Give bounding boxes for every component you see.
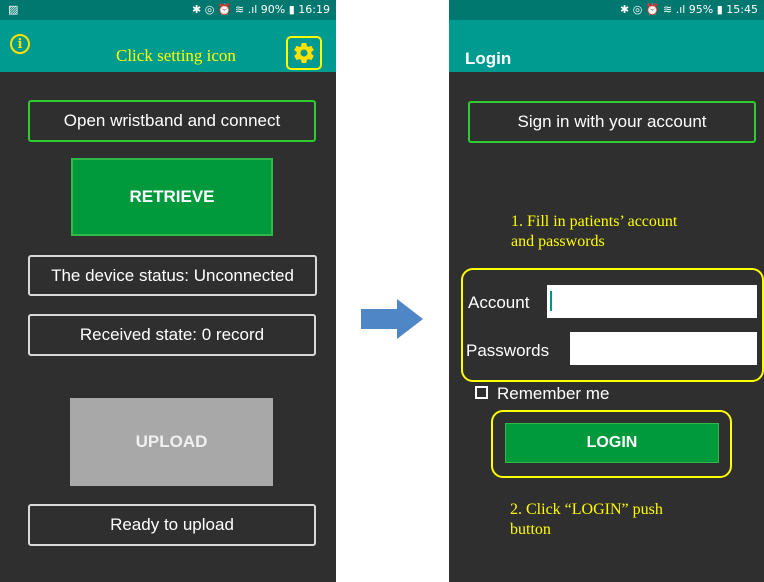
received-state-label: Received state: 0 record: [28, 314, 316, 356]
settings-button[interactable]: [286, 36, 322, 70]
password-input[interactable]: [570, 332, 757, 365]
password-label: Passwords: [466, 341, 550, 360]
instruction-step-1: 1. Fill in patients’ account and passwor…: [511, 212, 677, 252]
status-bar: ▨ ✱ ◎ ⏰ ≋ .ıl 90% ▮ 16:19: [0, 0, 336, 20]
instruction-step-2-line2: button: [510, 521, 551, 538]
remember-me-checkbox[interactable]: [475, 386, 488, 399]
gear-icon: [294, 43, 314, 64]
upload-button[interactable]: UPLOAD: [70, 398, 273, 486]
text-cursor: [550, 291, 552, 311]
open-wristband-label: Open wristband and connect: [28, 100, 316, 142]
annotation-title: Click setting icon: [116, 46, 236, 65]
device-status-label: The device status: Unconnected: [28, 255, 317, 296]
image-notification-icon: ▨: [8, 3, 19, 16]
instruction-step-1-line2: and passwords: [511, 233, 605, 250]
status-bar: ✱ ◎ ⏰ ≋ .ıl 95% ▮ 15:45: [449, 0, 764, 20]
account-label: Account: [468, 293, 530, 312]
app-bar: Login: [449, 20, 764, 72]
instruction-step-1-line1: 1. Fill in patients’ account: [511, 213, 678, 230]
status-indicators: ✱ ◎ ⏰ ≋ .ıl 90% ▮ 16:19: [191, 3, 330, 16]
info-icon[interactable]: i: [10, 34, 30, 54]
instruction-step-2: 2. Click “LOGIN” push button: [510, 500, 663, 540]
account-input[interactable]: [547, 285, 757, 318]
left-phone-screen: ▨ ✱ ◎ ⏰ ≋ .ıl 90% ▮ 16:19 i Click settin…: [0, 0, 336, 582]
ready-to-upload-label: Ready to upload: [28, 504, 316, 546]
sign-in-label: Sign in with your account: [468, 101, 756, 143]
instruction-step-2-line1: 2. Click “LOGIN” push: [510, 501, 663, 518]
status-indicators: ✱ ◎ ⏰ ≋ .ıl 95% ▮ 15:45: [619, 3, 758, 16]
remember-me-label[interactable]: Remember me: [497, 384, 609, 404]
right-arrow-icon: [361, 299, 423, 339]
login-button[interactable]: LOGIN: [505, 423, 719, 463]
retrieve-button[interactable]: RETRIEVE: [71, 158, 273, 236]
account-field[interactable]: [547, 285, 757, 318]
page-title: Login: [465, 49, 512, 68]
